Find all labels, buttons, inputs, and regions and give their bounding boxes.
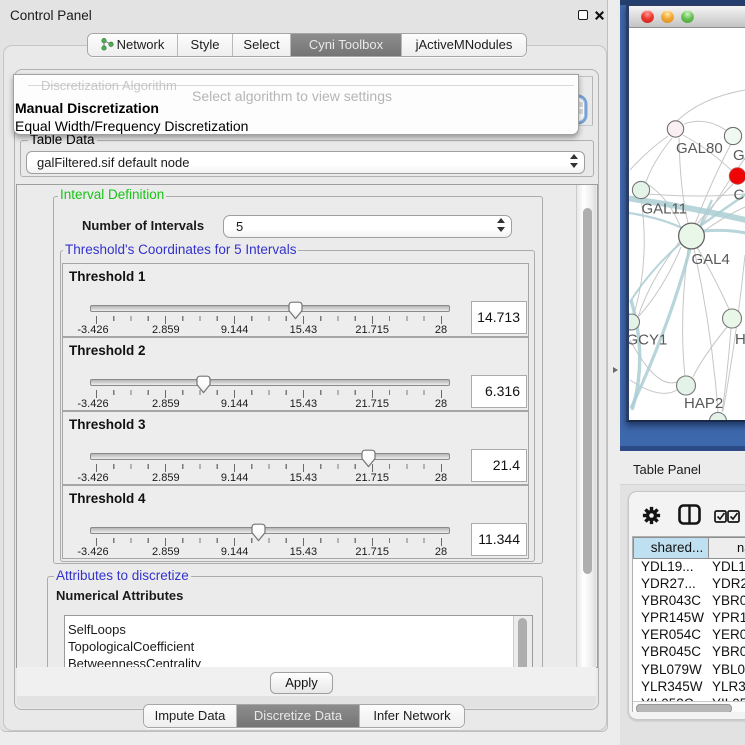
svg-text:H: H: [735, 331, 745, 348]
svg-text:GAL80: GAL80: [676, 140, 723, 157]
svg-text:GA: GA: [733, 147, 745, 164]
svg-text:GCY1: GCY1: [629, 332, 667, 349]
svg-text:C: C: [734, 187, 745, 204]
svg-text:GAL11: GAL11: [642, 201, 688, 218]
svg-text:GAL4: GAL4: [692, 251, 730, 268]
svg-text:HAP2: HAP2: [684, 395, 723, 412]
